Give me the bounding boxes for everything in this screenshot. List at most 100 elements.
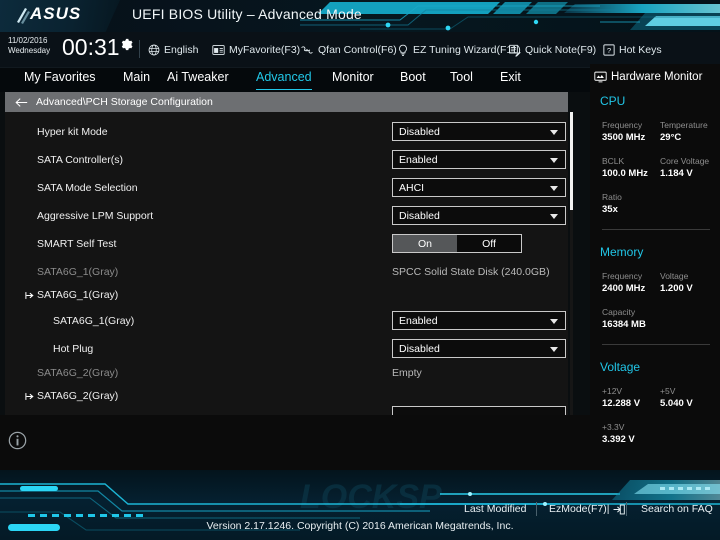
svg-text:?: ? — [607, 46, 611, 55]
content-scrollbar[interactable] — [570, 112, 573, 415]
row-label: SATA6G_2(Gray) — [37, 367, 119, 379]
dropdown-sata-controllers[interactable]: Enabled — [392, 150, 566, 169]
setting-row-sata-mode-selection[interactable]: SATA Mode Selection AHCI — [5, 175, 568, 203]
fan-icon — [301, 46, 313, 54]
scrollbar-thumb[interactable] — [570, 112, 573, 210]
breadcrumb[interactable]: Advanced\PCH Storage Configuration — [5, 92, 568, 112]
hw-val-cpu-frequency: 3500 MHz — [602, 132, 646, 143]
row-label: Hyper kit Mode — [37, 126, 108, 138]
toolbar-label: Qfan Control(F6) — [318, 44, 397, 56]
toolbar-item-qfan[interactable]: Qfan Control(F6) — [300, 41, 397, 59]
hw-val-cpu-temperature: 29°C — [660, 132, 682, 143]
expand-arrow-icon — [25, 393, 34, 400]
chevron-down-icon — [550, 319, 558, 324]
info-icon[interactable] — [8, 431, 27, 450]
toolbar-item-ez-tuning[interactable]: EZ Tuning Wizard(F11) — [397, 41, 521, 59]
monitor-icon — [594, 71, 607, 83]
hw-key-cpu-temperature: Temperature — [660, 120, 708, 130]
toolbar-item-language[interactable]: English — [148, 41, 198, 59]
hardware-monitor-panel: Hardware Monitor CPU Frequency 3500 MHz … — [590, 64, 720, 498]
row-label: Aggressive LPM Support — [37, 210, 154, 222]
footer-ezmode[interactable]: EzMode(F7)| — [549, 501, 625, 517]
bulb-icon — [399, 44, 407, 56]
setting-row-smart-self-test[interactable]: SMART Self Test On Off — [5, 231, 568, 259]
hw-val-12v: 12.288 V — [602, 398, 641, 409]
tab-main[interactable]: Main — [123, 70, 150, 90]
tab-monitor[interactable]: Monitor — [332, 70, 374, 90]
banner-decoration — [300, 2, 720, 31]
hw-val-ratio: 35x — [602, 204, 618, 215]
globe-icon — [148, 44, 160, 56]
hw-val-5v: 5.040 V — [660, 398, 693, 409]
toolbar-label: Hot Keys — [619, 44, 662, 56]
tab-ai-tweaker[interactable]: Ai Tweaker — [167, 70, 229, 90]
tab-boot[interactable]: Boot — [400, 70, 426, 90]
toggle-smart-self-test[interactable]: On Off — [392, 234, 522, 253]
dropdown-hyper-kit-mode[interactable]: Disabled — [392, 122, 566, 141]
hw-divider-2 — [602, 344, 710, 345]
date-text: 11/02/2016 — [8, 36, 48, 45]
footer-divider-1 — [536, 502, 537, 516]
footer-label: EzMode(F7)| — [549, 503, 610, 515]
top-toolbar: 11/02/2016 Wednesday 00:31 English MyFav… — [0, 32, 720, 74]
back-arrow-icon[interactable] — [15, 97, 28, 108]
footer-search-faq[interactable]: Search on FAQ — [641, 501, 713, 517]
chevron-down-icon — [550, 186, 558, 191]
setting-row-aggressive-lpm-support[interactable]: Aggressive LPM Support Disabled — [5, 203, 568, 231]
tab-my-favorites[interactable]: My Favorites — [24, 70, 96, 90]
hw-key-ratio: Ratio — [602, 192, 622, 202]
toolbar-label: Quick Note(F9) — [525, 44, 597, 56]
dropdown-partial-clipped[interactable] — [392, 406, 566, 415]
gear-icon[interactable] — [120, 38, 133, 51]
setting-row-hyper-kit-mode[interactable]: Hyper kit Mode Disabled — [5, 119, 568, 147]
hw-key-5v: +5V — [660, 386, 676, 396]
breadcrumb-path: Advanced\PCH Storage Configuration — [36, 96, 213, 108]
hw-key-33v: +3.3V — [602, 422, 625, 432]
footer-last-modified[interactable]: Last Modified — [464, 501, 526, 517]
device-value: SPCC Solid State Disk (240.0GB) — [392, 266, 550, 278]
datetime-block: 11/02/2016 Wednesday — [8, 36, 70, 56]
toolbar-item-hot-keys[interactable]: ? Hot Keys — [603, 41, 662, 59]
row-label: SATA6G_1(Gray) — [53, 315, 135, 327]
dropdown-sata-mode-selection[interactable]: AHCI — [392, 178, 566, 197]
setting-row-sata6g1-enable[interactable]: SATA6G_1(Gray) Enabled — [5, 308, 568, 336]
chevron-down-icon — [550, 158, 558, 163]
expand-arrow-icon — [25, 292, 34, 299]
dropdown-hot-plug[interactable]: Disabled — [392, 339, 566, 358]
tab-exit[interactable]: Exit — [500, 70, 521, 90]
row-label: SATA6G_1(Gray) — [37, 289, 119, 301]
toggle-option-off[interactable]: Off — [457, 235, 521, 252]
setting-row-sata6g1-submenu[interactable]: SATA6G_1(Gray) — [5, 282, 568, 310]
hw-val-33v: 3.392 V — [602, 434, 635, 445]
row-label: SMART Self Test — [37, 238, 117, 250]
dropdown-sata6g1-enable[interactable]: Enabled — [392, 311, 566, 330]
asus-brand: ASUS — [30, 4, 82, 23]
tab-tool[interactable]: Tool — [450, 70, 473, 90]
hw-divider-1 — [602, 229, 710, 230]
hw-key-12v: +12V — [602, 386, 623, 396]
hw-key-core-voltage: Core Voltage — [660, 156, 710, 166]
hw-key-mem-voltage: Voltage — [660, 271, 689, 281]
footer-label: Last Modified — [464, 503, 527, 515]
row-label: Hot Plug — [53, 343, 94, 355]
note-icon — [509, 44, 521, 57]
settings-panel: Hyper kit Mode Disabled SATA Controller(… — [5, 112, 568, 415]
toolbar-item-myfavorite[interactable]: MyFavorite(F3) — [212, 41, 300, 59]
toolbar-divider — [139, 40, 140, 58]
dropdown-value: Disabled — [399, 125, 440, 138]
toolbar-label: English — [164, 44, 199, 56]
toolbar-item-quick-note[interactable]: Quick Note(F9) — [508, 41, 596, 59]
dropdown-aggressive-lpm-support[interactable]: Disabled — [392, 206, 566, 225]
question-key-icon: ? — [603, 44, 615, 56]
setting-row-sata-controllers[interactable]: SATA Controller(s) Enabled — [5, 147, 568, 175]
row-label: SATA Controller(s) — [37, 154, 123, 166]
hw-val-mem-frequency: 2400 MHz — [602, 283, 646, 294]
toolbar-label: MyFavorite(F3) — [229, 44, 301, 56]
footer-links: Last Modified EzMode(F7)| Search on FAQ — [0, 498, 720, 520]
toggle-option-on[interactable]: On — [393, 235, 457, 252]
bios-screen: ASUS UEFI BIOS Utility – Advanced Mode 1… — [0, 0, 720, 540]
tab-advanced[interactable]: Advanced — [256, 70, 312, 90]
hw-section-voltage: Voltage — [600, 360, 641, 374]
hw-key-capacity: Capacity — [602, 307, 636, 317]
hw-section-cpu: CPU — [600, 94, 626, 108]
